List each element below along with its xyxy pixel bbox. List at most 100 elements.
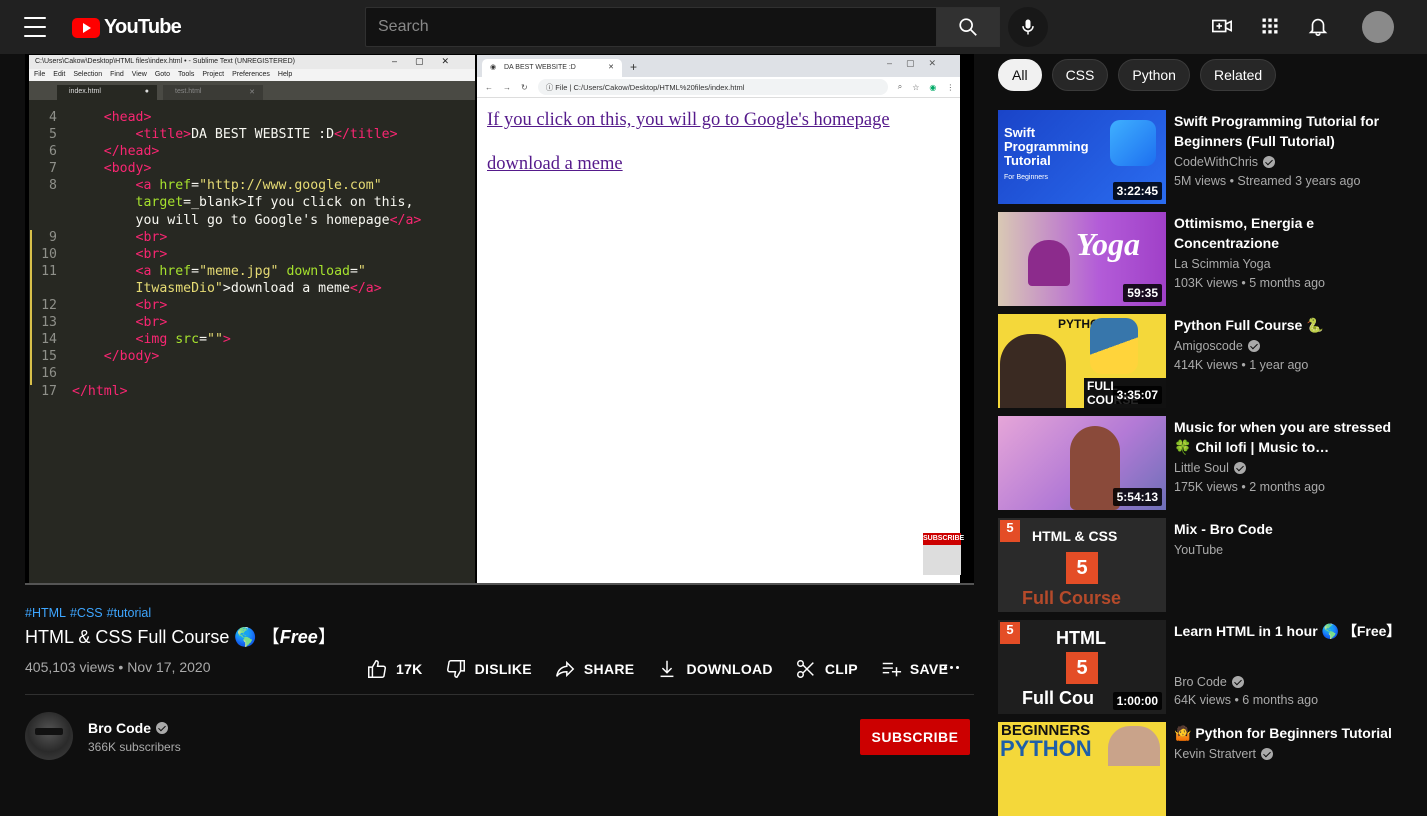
swift-logo-icon [1110,120,1156,166]
search-button[interactable] [936,7,1000,47]
video-title-link[interactable]: Music for when you are stressed 🍀 Chil l… [1174,417,1394,457]
recommendation-item[interactable]: Swift Programming Tutorial For Beginners… [998,110,1408,204]
video-meta: 64K views • 6 months ago [1174,693,1319,707]
save-button[interactable]: SAVE [880,658,948,680]
create-video-icon[interactable] [1210,14,1234,38]
share-button[interactable]: SHARE [554,658,635,680]
video-thumbnail[interactable]: 5:54:13 [998,416,1166,510]
verified-icon [1231,676,1244,688]
code-token: src [175,332,200,348]
editor-tabs: index.html ● test.html ✕ [29,81,475,100]
video-title: HTML & CSS Full Course 🌎 【Free】 [25,627,336,647]
verified-icon [1263,156,1276,168]
hashtag-link[interactable]: #CSS [70,606,103,620]
presenter-shape [1108,726,1160,766]
browser-address-bar: ← → ↻ ⓘ File | C:/Users/Cakow/Desktop/HT… [477,77,960,98]
yoga-figure-shape [1028,240,1070,286]
new-tab-icon: + [630,60,638,74]
code-line: ItwasmeDio" >download a meme </a> [29,280,475,297]
channel-link[interactable]: Amigoscode [1174,339,1260,353]
video-thumbnail[interactable]: 5 HTML & CSS 5 Full Course [998,518,1166,612]
filter-chips: All CSS Python Related [998,59,1277,91]
account-avatar[interactable] [1362,11,1394,43]
channel-link[interactable]: Little Soul [1174,461,1246,475]
line-number [29,194,57,211]
code-token: "" [207,332,223,348]
code-token: ItwasmeDio" [135,280,223,296]
chip-related[interactable]: Related [1199,59,1277,91]
hashtag-link[interactable]: #tutorial [107,606,151,620]
browser-tab-strip: ◉ DA BEST WEBSITE :D ✕ + –▢✕ [477,55,960,77]
video-title-link[interactable]: 🤷 Python for Beginners Tutorial [1174,723,1394,743]
presenter-shape [1000,334,1066,408]
code-line: 14 <img src = "" > [29,331,475,348]
chip-css[interactable]: CSS [1051,59,1109,91]
apps-grid-icon[interactable] [1258,14,1282,38]
editor-menu-item: Tools [178,71,195,78]
channel-link[interactable]: Kevin Stratvert [1174,747,1273,761]
video-player[interactable]: C:\Users\Cakow\Desktop\HTML files\index.… [25,54,974,585]
more-actions-icon[interactable] [944,666,959,669]
video-title-link[interactable]: Learn HTML in 1 hour 🌎 【Free】 [1174,621,1394,641]
recommendation-item[interactable]: 5:54:13 Music for when you are stressed … [998,416,1408,510]
chip-python[interactable]: Python [1118,59,1190,91]
like-button[interactable]: 17K [366,658,423,680]
code-token: "meme.jpg" [199,263,279,279]
close-icon: ✕ [249,89,255,96]
divider [25,694,974,695]
video-thumbnail[interactable]: PYTHON FULL COURSE 3:35:07 [998,314,1166,408]
code-token: DA BEST WEBSITE :D [191,127,335,143]
notifications-bell-icon[interactable] [1306,14,1330,38]
code-token: " [357,263,366,279]
video-thumbnail[interactable]: Swift Programming Tutorial For Beginners… [998,110,1166,204]
video-title-link[interactable]: Mix - Bro Code [1174,519,1394,539]
subscribe-button[interactable]: SUBSCRIBE [860,719,970,755]
recommendation-item[interactable]: 5 HTML & CSS 5 Full Course Mix - Bro Cod… [998,518,1408,612]
code-token: >download a meme [222,280,350,296]
video-meta: 405,103 views • Nov 17, 2020 [25,659,211,675]
video-title-link[interactable]: Python Full Course 🐍 [1174,315,1394,335]
channel-link[interactable]: CodeWithChris [1174,155,1276,169]
code-token: "http://www.google.com" [199,178,382,194]
video-thumbnail[interactable]: Yoga 59:35 [998,212,1166,306]
recommendation-item[interactable]: PYTHON FULL COURSE 3:35:07 Python Full C… [998,314,1408,408]
video-meta: 175K views • 2 months ago [1174,480,1325,494]
menu-icon[interactable] [24,17,46,37]
video-title-link[interactable]: Ottimismo, Energia e Concentrazione [1174,213,1394,253]
hashtag-link[interactable]: #HTML [25,606,66,620]
youtube-logo[interactable]: YouTube [72,16,182,39]
voice-search-button[interactable] [1008,7,1048,47]
recommendation-item[interactable]: Yoga 59:35 Ottimismo, Energia e Concentr… [998,212,1408,306]
line-number: 12 [41,298,57,314]
channel-link[interactable]: YouTube [1174,543,1223,557]
search-input[interactable]: Search [365,7,937,47]
clip-button[interactable]: CLIP [795,658,858,680]
code-token: <head> [103,110,152,125]
chip-all[interactable]: All [998,59,1042,91]
download-button[interactable]: DOWNLOAD [656,658,773,680]
header-actions [1210,14,1330,38]
editor-menu-item: Project [202,71,225,78]
reload-icon: ↻ [521,82,528,92]
video-thumbnail[interactable]: 5 HTML 5 Full Cou 1:00:00 [998,620,1166,714]
code-token: </body> [103,349,160,365]
channel-name[interactable]: Bro Code [88,720,168,736]
recommendation-item[interactable]: BEGINNERS PYTHON 🤷 Python for Beginners … [998,722,1408,816]
dislike-button[interactable]: DISLIKE [445,658,532,680]
code-token: href [159,178,192,194]
channel-link[interactable]: La Scimmia Yoga [1174,257,1271,271]
editor-tab-test: test.html ✕ [163,85,263,100]
share-arrow-icon [555,660,575,678]
recommendation-item[interactable]: 5 HTML 5 Full Cou 1:00:00 Learn HTML in … [998,620,1408,714]
video-thumbnail[interactable]: BEGINNERS PYTHON [998,722,1166,816]
channel-link[interactable]: Bro Code [1174,675,1244,689]
channel-avatar[interactable] [25,712,73,760]
code-token: = [199,332,208,348]
video-title-link[interactable]: Swift Programming Tutorial for Beginners… [1174,111,1394,151]
progress-bar[interactable] [25,583,974,585]
chrome-browser-window: ◉ DA BEST WEBSITE :D ✕ + –▢✕ ← → ↻ ⓘ Fil… [477,55,964,585]
editor-title-bar: C:\Users\Cakow\Desktop\HTML files\index.… [29,55,475,69]
